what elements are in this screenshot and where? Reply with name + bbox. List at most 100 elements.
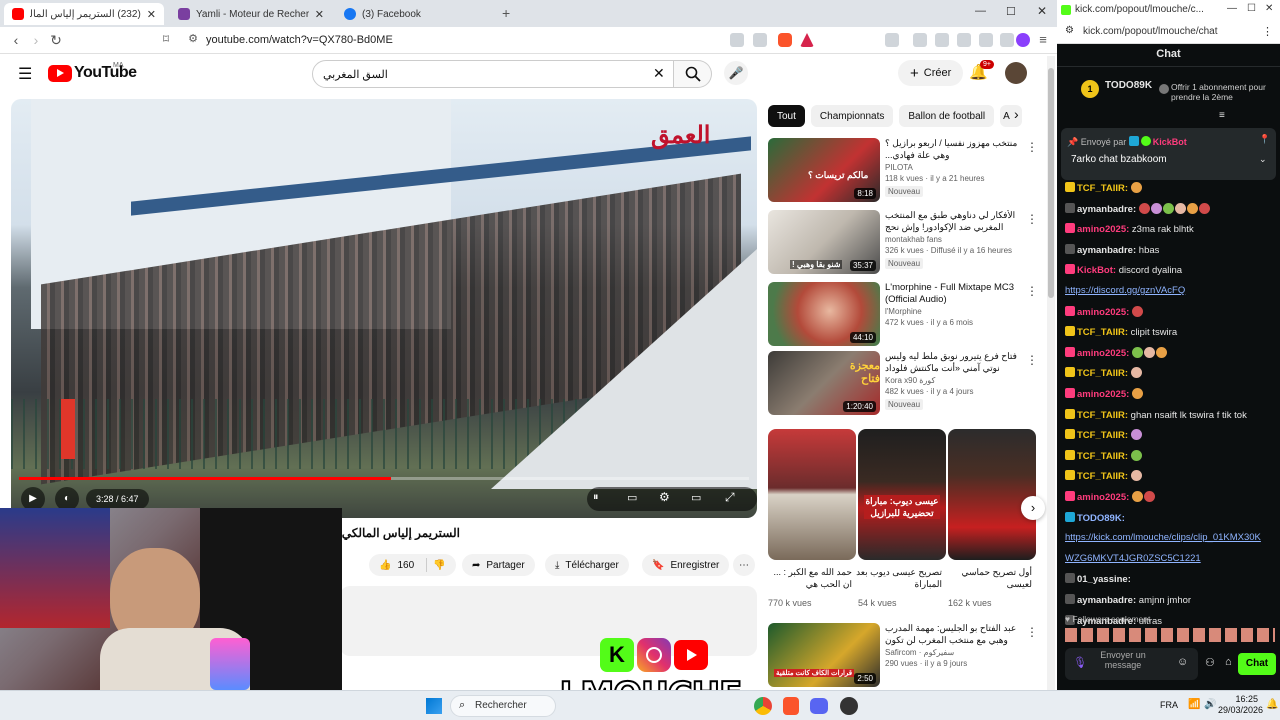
save-button[interactable]: 🔖 Enregistrer — [642, 554, 730, 576]
chat-username[interactable]: TCF_TAIIR: — [1077, 471, 1128, 482]
chat-username[interactable]: aymanbadre: — [1077, 595, 1136, 606]
chat-username[interactable]: TCF_TAIIR: — [1077, 430, 1128, 441]
chat-username[interactable]: TCF_TAIIR: — [1077, 368, 1128, 379]
chat-message[interactable]: amino2025: — [1065, 491, 1275, 504]
top-gifter-name[interactable]: TODO89K — [1105, 80, 1152, 91]
search-input[interactable]: السق المغربي ✕ — [312, 60, 674, 88]
video-thumbnail[interactable]: 44:10 — [768, 282, 880, 346]
site-settings-icon[interactable]: ⚙ — [1065, 25, 1074, 36]
short-title[interactable]: أول تصريح حماسي لعيسى — [946, 566, 1032, 590]
wifi-icon[interactable]: 📶 — [1188, 699, 1200, 710]
chat-username[interactable]: amino2025: — [1077, 307, 1129, 318]
chat-message[interactable]: https://kick.com/lmouche/clips/clip_01KM… — [1065, 532, 1275, 544]
short-title[interactable]: حمد الله مع الكبر : ... ان الحب هي — [766, 566, 852, 590]
maximize-icon[interactable]: ☐ — [1006, 5, 1016, 18]
unpin-icon[interactable]: 📍 — [1259, 134, 1270, 145]
chat-message[interactable]: amino2025: — [1065, 346, 1275, 360]
extension-1-icon[interactable] — [885, 33, 899, 47]
brave-shield-icon[interactable] — [778, 33, 792, 47]
channel-name[interactable]: montakhab fans — [885, 235, 942, 244]
close-tab-icon[interactable]: ✕ — [147, 8, 156, 21]
chat-message[interactable]: https://discord.gg/gznVAcFQ — [1065, 285, 1275, 297]
video-title[interactable]: L'morphine - Full Mixtape MC3 (Official … — [885, 282, 1021, 305]
chat-username[interactable]: TCF_TAIIR: — [1077, 183, 1128, 194]
page-scrollbar[interactable] — [1047, 56, 1055, 690]
extensions-icon[interactable] — [979, 33, 993, 47]
hamburger-menu-icon[interactable]: ☰ — [18, 64, 32, 84]
chip-all[interactable]: Tout — [768, 105, 805, 127]
chat-text[interactable]: WZG6MKVT4JGR0ZSC5C1221 — [1065, 553, 1201, 564]
chevron-down-icon[interactable]: ⌄ — [1259, 154, 1267, 165]
chat-username[interactable]: TODO89K: — [1077, 513, 1125, 524]
brave-rewards-icon[interactable] — [800, 33, 814, 47]
bookmark-icon[interactable]: ⌑ — [158, 32, 174, 46]
close-window-icon[interactable]: ✕ — [1037, 4, 1047, 18]
chat-message[interactable]: TCF_TAIIR: — [1065, 182, 1275, 195]
share-icon[interactable] — [753, 33, 767, 47]
youtube-logo-text[interactable]: YouTube — [74, 64, 137, 82]
keyboard-language[interactable]: FRA — [1160, 700, 1178, 710]
settings-gear-icon[interactable]: ⚙ — [659, 490, 670, 504]
chat-message[interactable]: TCF_TAIIR: ghan nsaift lk tswira f tik t… — [1065, 408, 1275, 422]
channel-name[interactable]: Safircom · سفيركوم — [885, 648, 954, 657]
emoji-icon[interactable]: ☺ — [1177, 656, 1188, 668]
new-tab-icon[interactable]: + — [502, 5, 510, 21]
clear-search-icon[interactable]: ✕ — [653, 65, 665, 82]
youtube-logo-icon[interactable] — [48, 65, 72, 82]
progress-track[interactable] — [19, 477, 749, 480]
chat-text[interactable]: https://kick.com/lmouche/clips/clip_01KM… — [1065, 532, 1261, 543]
wallet-icon[interactable] — [957, 33, 971, 47]
chat-username[interactable]: amino2025: — [1077, 348, 1129, 359]
chat-username[interactable]: TCF_TAIIR: — [1077, 410, 1128, 421]
video-thumbnail[interactable]: قرارات الكاف كانت متلقية 2:50 — [768, 623, 880, 687]
short-thumbnail[interactable]: عيسى ديوب: مباراة تحضيرية للبرازيل — [858, 429, 946, 560]
video-thumbnail[interactable]: معجزة فتاح 1:20:40 — [768, 351, 880, 415]
close-tab-icon[interactable]: ✕ — [315, 8, 324, 21]
more-options-icon[interactable]: ⋮ — [1026, 284, 1038, 298]
chat-username[interactable]: amino2025: — [1077, 492, 1129, 503]
chat-message[interactable]: amino2025: — [1065, 388, 1275, 401]
channel-name[interactable]: PILOTA — [885, 163, 913, 172]
emote-row[interactable] — [1065, 628, 1275, 642]
kick-url[interactable]: kick.com/popout/lmouche/chat — [1083, 26, 1218, 37]
chat-username[interactable]: TCF_TAIIR: — [1077, 327, 1128, 338]
reload-icon[interactable]: ↻ — [48, 32, 64, 49]
chrome-icon[interactable] — [754, 697, 772, 715]
chat-message[interactable]: TCF_TAIIR: clipit tswira — [1065, 326, 1275, 339]
users-icon[interactable]: ⚇ — [1205, 656, 1215, 669]
channel-name[interactable]: l'Morphine — [885, 307, 922, 316]
more-actions-button[interactable]: ⋯ — [733, 554, 755, 576]
recommendation-item[interactable]: مالكم تريسات ؟ 8:18 منتخب مهزوز نفسيا / … — [768, 138, 1038, 202]
shorts-next-icon[interactable]: › — [1021, 496, 1045, 520]
chip-championships[interactable]: Championnats — [810, 105, 894, 127]
volume-icon[interactable]: 🔊 — [1204, 699, 1216, 710]
chat-message[interactable]: amino2025: — [1065, 305, 1275, 319]
brave-icon[interactable] — [783, 697, 799, 715]
download-button[interactable]: ⤓ Télécharger — [545, 554, 629, 576]
chat-message[interactable]: TCF_TAIIR: — [1065, 470, 1275, 483]
fullscreen-icon[interactable]: ⤢ — [725, 490, 735, 505]
obs-icon[interactable] — [840, 697, 858, 715]
thumbs-down-icon[interactable]: 👎 — [433, 560, 445, 571]
more-options-icon[interactable]: ⋮ — [1026, 625, 1038, 639]
chat-message[interactable]: TODO89K: — [1065, 511, 1275, 525]
chat-message[interactable]: TCF_TAIIR: — [1065, 367, 1275, 380]
recommendation-item[interactable]: معجزة فتاح 1:20:40 فتاح فرع يتيرور نوبق … — [768, 351, 1038, 415]
chat-input[interactable]: 🎙 Envoyer un message ☺ — [1065, 648, 1198, 680]
leo-icon[interactable] — [1016, 33, 1030, 47]
windows-start-icon[interactable] — [426, 698, 442, 714]
recommendation-item[interactable]: 44:10 L'morphine - Full Mixtape MC3 (Off… — [768, 282, 1038, 346]
chips-next-icon[interactable]: › — [1014, 106, 1019, 122]
video-title[interactable]: منتخب مهزوز نفسيا / اربعو برازيل ؟ وهي ع… — [885, 138, 1021, 161]
notifications-icon[interactable]: 🔔 — [1266, 699, 1278, 710]
site-settings-icon[interactable]: ⚙ — [185, 32, 201, 45]
music-icon[interactable] — [913, 33, 927, 47]
chat-message[interactable]: 01_yassine: — [1065, 573, 1275, 586]
menu-icon[interactable]: ⋮ — [1262, 25, 1273, 38]
discord-icon[interactable] — [810, 698, 828, 714]
chat-message[interactable]: TCF_TAIIR: — [1065, 429, 1275, 442]
recommendation-item[interactable]: قرارات الكاف كانت متلقية 2:50 عبد الفتاح… — [768, 623, 1038, 687]
close-window-icon[interactable]: ✕ — [1265, 3, 1273, 14]
share-button[interactable]: ➦ Partager — [462, 554, 535, 576]
chip-football[interactable]: Ballon de football — [899, 105, 995, 127]
